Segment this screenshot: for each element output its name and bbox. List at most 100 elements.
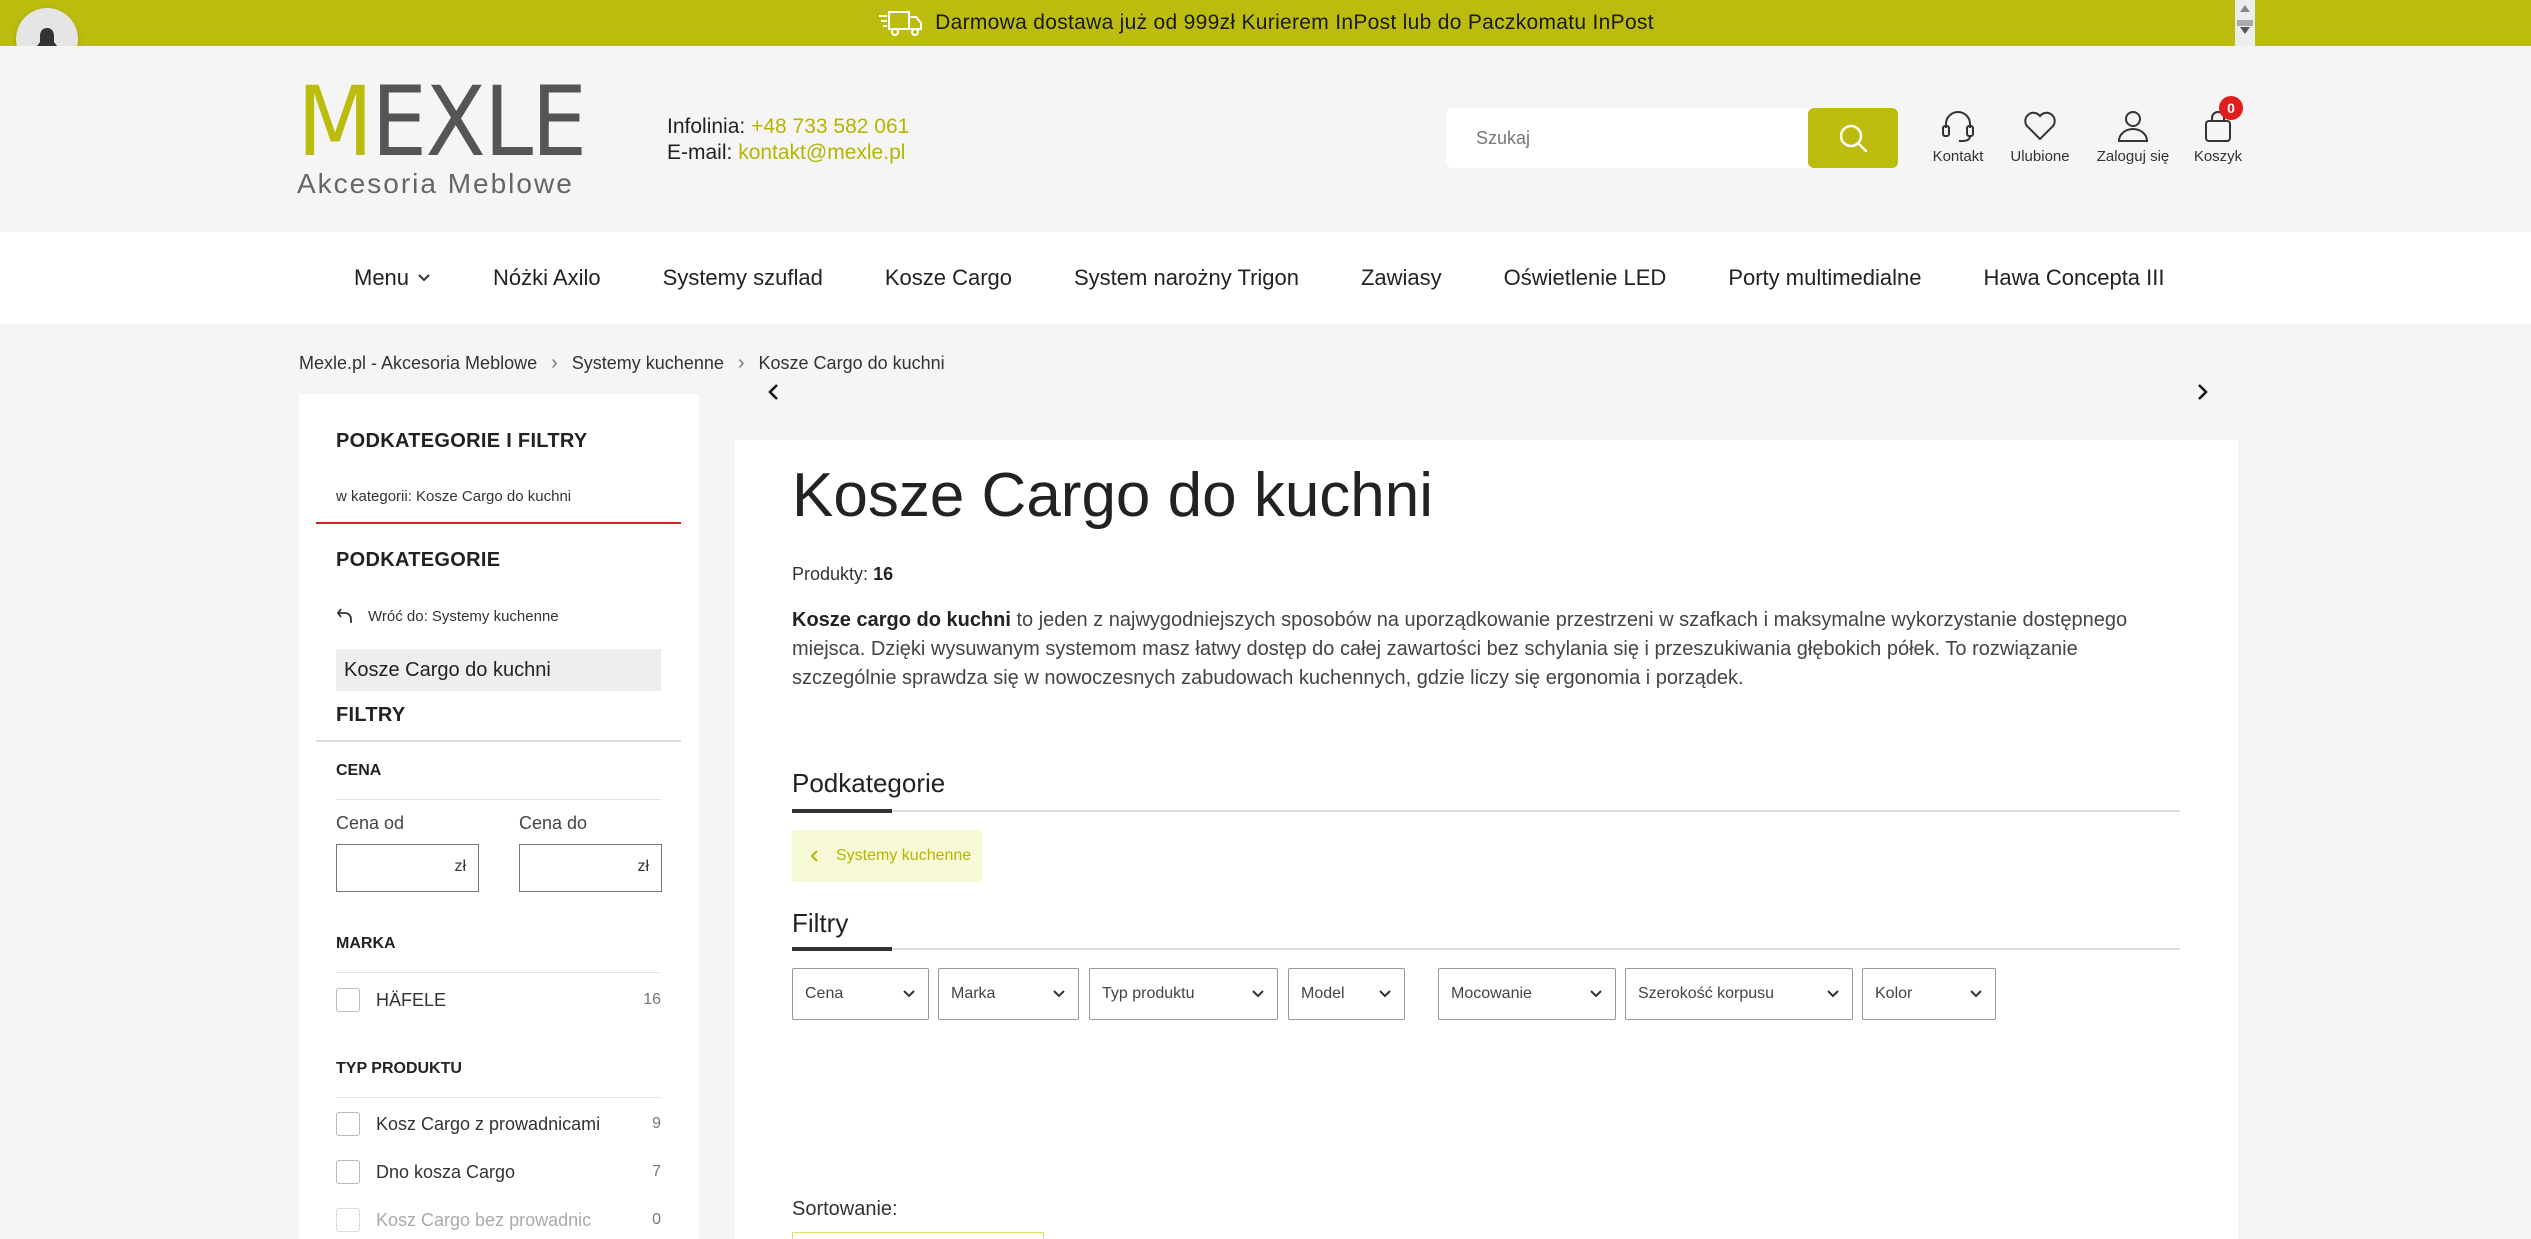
checkbox-label: Kosz Cargo z prowadnicami bbox=[376, 1113, 601, 1134]
favorites-button[interactable]: Ulubione bbox=[1995, 108, 2085, 165]
chevron-down-icon bbox=[1379, 990, 1391, 998]
filters-heading: Filtry bbox=[792, 908, 849, 938]
filter-sidebar: PODKATEGORIE I FILTRY w kategorii: Kosze… bbox=[299, 394, 699, 1239]
checkbox[interactable] bbox=[336, 1112, 360, 1136]
nav-item-label: Menu bbox=[354, 265, 410, 290]
sidebar-title: PODKATEGORIE I FILTRY bbox=[336, 430, 588, 452]
search-button[interactable] bbox=[1808, 108, 1898, 168]
checkbox-label: HÄFELE bbox=[376, 989, 447, 1010]
back-to-link[interactable]: Wróć do: Systemy kuchenne bbox=[336, 607, 559, 625]
checkbox-label: Kosz Cargo bez prowadnic bbox=[376, 1209, 592, 1230]
filter-dropdown-model[interactable]: Model bbox=[1288, 968, 1405, 1020]
nav-item-nozki-axilo[interactable]: Nóżki Axilo bbox=[493, 265, 601, 291]
nav-item-hawa-concepta[interactable]: Hawa Concepta III bbox=[1984, 265, 2165, 291]
chevron-down-icon bbox=[1252, 990, 1264, 998]
active-subcategory[interactable]: Kosze Cargo do kuchni bbox=[336, 649, 661, 691]
breadcrumb-current: Kosze Cargo do kuchni bbox=[758, 353, 945, 373]
brand-checkbox-row[interactable]: HÄFELE 16 bbox=[336, 988, 661, 1012]
chevron-left-icon bbox=[810, 850, 818, 862]
product-count-label: Produkty: bbox=[792, 564, 869, 584]
main-nav: Menu Nóżki Axilo Systemy szuflad Kosze C… bbox=[0, 232, 2531, 324]
search-icon bbox=[1839, 124, 1868, 153]
nav-item-porty[interactable]: Porty multimedialne bbox=[1728, 265, 1921, 291]
filter-dropdown-kolor[interactable]: Kolor bbox=[1862, 968, 1996, 1020]
brand-heading: MARKA bbox=[336, 935, 396, 952]
chevron-down-icon bbox=[903, 990, 915, 998]
filter-dropdown-szerokosc-korpusu[interactable]: Szerokość korpusu bbox=[1625, 968, 1853, 1020]
item-count: 7 bbox=[652, 1163, 661, 1180]
price-to-input[interactable]: zł bbox=[519, 844, 662, 892]
checkbox[interactable] bbox=[336, 988, 360, 1012]
chevron-down-icon bbox=[1053, 990, 1065, 998]
dropdown-label: Mocowanie bbox=[1451, 985, 1532, 1002]
dropdown-label: Model bbox=[1301, 985, 1345, 1002]
chevron-right-icon: › bbox=[551, 352, 558, 374]
filter-dropdown-cena[interactable]: Cena bbox=[792, 968, 929, 1020]
user-icon bbox=[2117, 111, 2149, 142]
price-from-input[interactable]: zł bbox=[336, 844, 479, 892]
product-count: Produkty: 16 bbox=[792, 564, 893, 585]
item-count: 0 bbox=[652, 1211, 661, 1228]
promo-scrollbar[interactable] bbox=[2235, 0, 2255, 46]
category-description: Kosze cargo do kuchni to jeden z najwygo… bbox=[792, 606, 2182, 693]
subcategories-heading: Podkategorie bbox=[792, 768, 946, 798]
divider-accent bbox=[792, 947, 892, 951]
product-type-checkbox-row[interactable]: Kosz Cargo z prowadnicami 9 bbox=[336, 1112, 661, 1136]
contact-label: Kontakt bbox=[1932, 148, 1984, 165]
nav-item-zawiasy[interactable]: Zawiasy bbox=[1361, 265, 1442, 291]
scroll-thumb[interactable] bbox=[2237, 20, 2253, 26]
category-content: Kosze Cargo do kuchni Produkty: 16 Kosze… bbox=[735, 440, 2238, 1239]
sidebar-in-category: w kategorii: Kosze Cargo do kuchni bbox=[336, 488, 572, 505]
nav-item-system-trigon[interactable]: System narożny Trigon bbox=[1074, 265, 1299, 291]
dropdown-label: Kolor bbox=[1875, 985, 1913, 1002]
scroll-up-icon[interactable] bbox=[2240, 5, 2250, 12]
sort-select[interactable] bbox=[792, 1232, 1044, 1239]
chevron-down-icon bbox=[1827, 990, 1839, 998]
product-type-checkbox-row[interactable]: Dno kosza Cargo 7 bbox=[336, 1160, 661, 1184]
filters-divider bbox=[316, 740, 681, 742]
filter-dropdown-mocowanie[interactable]: Mocowanie bbox=[1438, 968, 1616, 1020]
chevron-down-icon bbox=[1970, 990, 1982, 998]
price-to-label: Cena do bbox=[519, 813, 588, 833]
nav-item-oswietlenie-led[interactable]: Oświetlenie LED bbox=[1504, 265, 1667, 291]
nav-item-menu[interactable]: Menu bbox=[354, 265, 431, 291]
logo[interactable]: MEXLE Akcesoria Meblowe bbox=[297, 74, 597, 200]
subcategory-back-button[interactable]: Systemy kuchenne bbox=[792, 830, 982, 882]
login-button[interactable]: Zaloguj się bbox=[2088, 108, 2178, 165]
filter-dropdown-marka[interactable]: Marka bbox=[938, 968, 1079, 1020]
brand-divider bbox=[336, 972, 661, 973]
item-count: 16 bbox=[643, 991, 661, 1008]
filter-dropdown-typ-produktu[interactable]: Typ produktu bbox=[1089, 968, 1278, 1020]
scroll-down-icon[interactable] bbox=[2240, 27, 2250, 34]
product-type-checkbox-row: Kosz Cargo bez prowadnic 0 bbox=[336, 1208, 661, 1232]
promo-bar: Darmowa dostawa już od 999zł Kurierem In… bbox=[0, 0, 2531, 46]
price-from-label: Cena od bbox=[336, 813, 405, 833]
product-count-value: 16 bbox=[873, 564, 894, 584]
checkbox[interactable] bbox=[336, 1160, 360, 1184]
phone-label: Infolinia: bbox=[667, 115, 746, 138]
phone-link[interactable]: +48 733 582 061 bbox=[751, 115, 909, 138]
cart-button[interactable]: 0 Koszyk bbox=[2173, 96, 2263, 165]
nav-item-systemy-szuflad[interactable]: Systemy szuflad bbox=[663, 265, 823, 291]
product-type-divider bbox=[336, 1097, 661, 1098]
filters-divider bbox=[792, 947, 2180, 951]
email-link[interactable]: kontakt@mexle.pl bbox=[738, 141, 905, 164]
divider-accent bbox=[792, 809, 892, 813]
product-type-heading: TYP PRODUKTU bbox=[336, 1060, 462, 1077]
contact-button[interactable]: Kontakt bbox=[1913, 108, 2003, 165]
subcategory-back-label: Systemy kuchenne bbox=[836, 847, 972, 864]
currency-label: zł bbox=[637, 858, 649, 875]
breadcrumb-systemy-kuchenne[interactable]: Systemy kuchenne bbox=[572, 353, 724, 374]
currency-label: zł bbox=[454, 858, 466, 875]
contact-info: Infolinia: +48 733 582 061 E-mail: konta… bbox=[667, 114, 909, 166]
prev-arrow-icon[interactable] bbox=[764, 380, 784, 404]
next-arrow-icon[interactable] bbox=[2192, 380, 2212, 404]
price-heading: CENA bbox=[336, 762, 382, 779]
sort-label: Sortowanie: bbox=[792, 1198, 898, 1220]
search-input[interactable] bbox=[1446, 110, 1806, 166]
dropdown-label: Cena bbox=[805, 985, 844, 1002]
nav-item-kosze-cargo[interactable]: Kosze Cargo bbox=[885, 265, 1012, 291]
breadcrumb-home[interactable]: Mexle.pl - Akcesoria Meblowe bbox=[299, 353, 537, 374]
favorites-label: Ulubione bbox=[2010, 148, 2070, 165]
item-count: 9 bbox=[652, 1115, 661, 1132]
